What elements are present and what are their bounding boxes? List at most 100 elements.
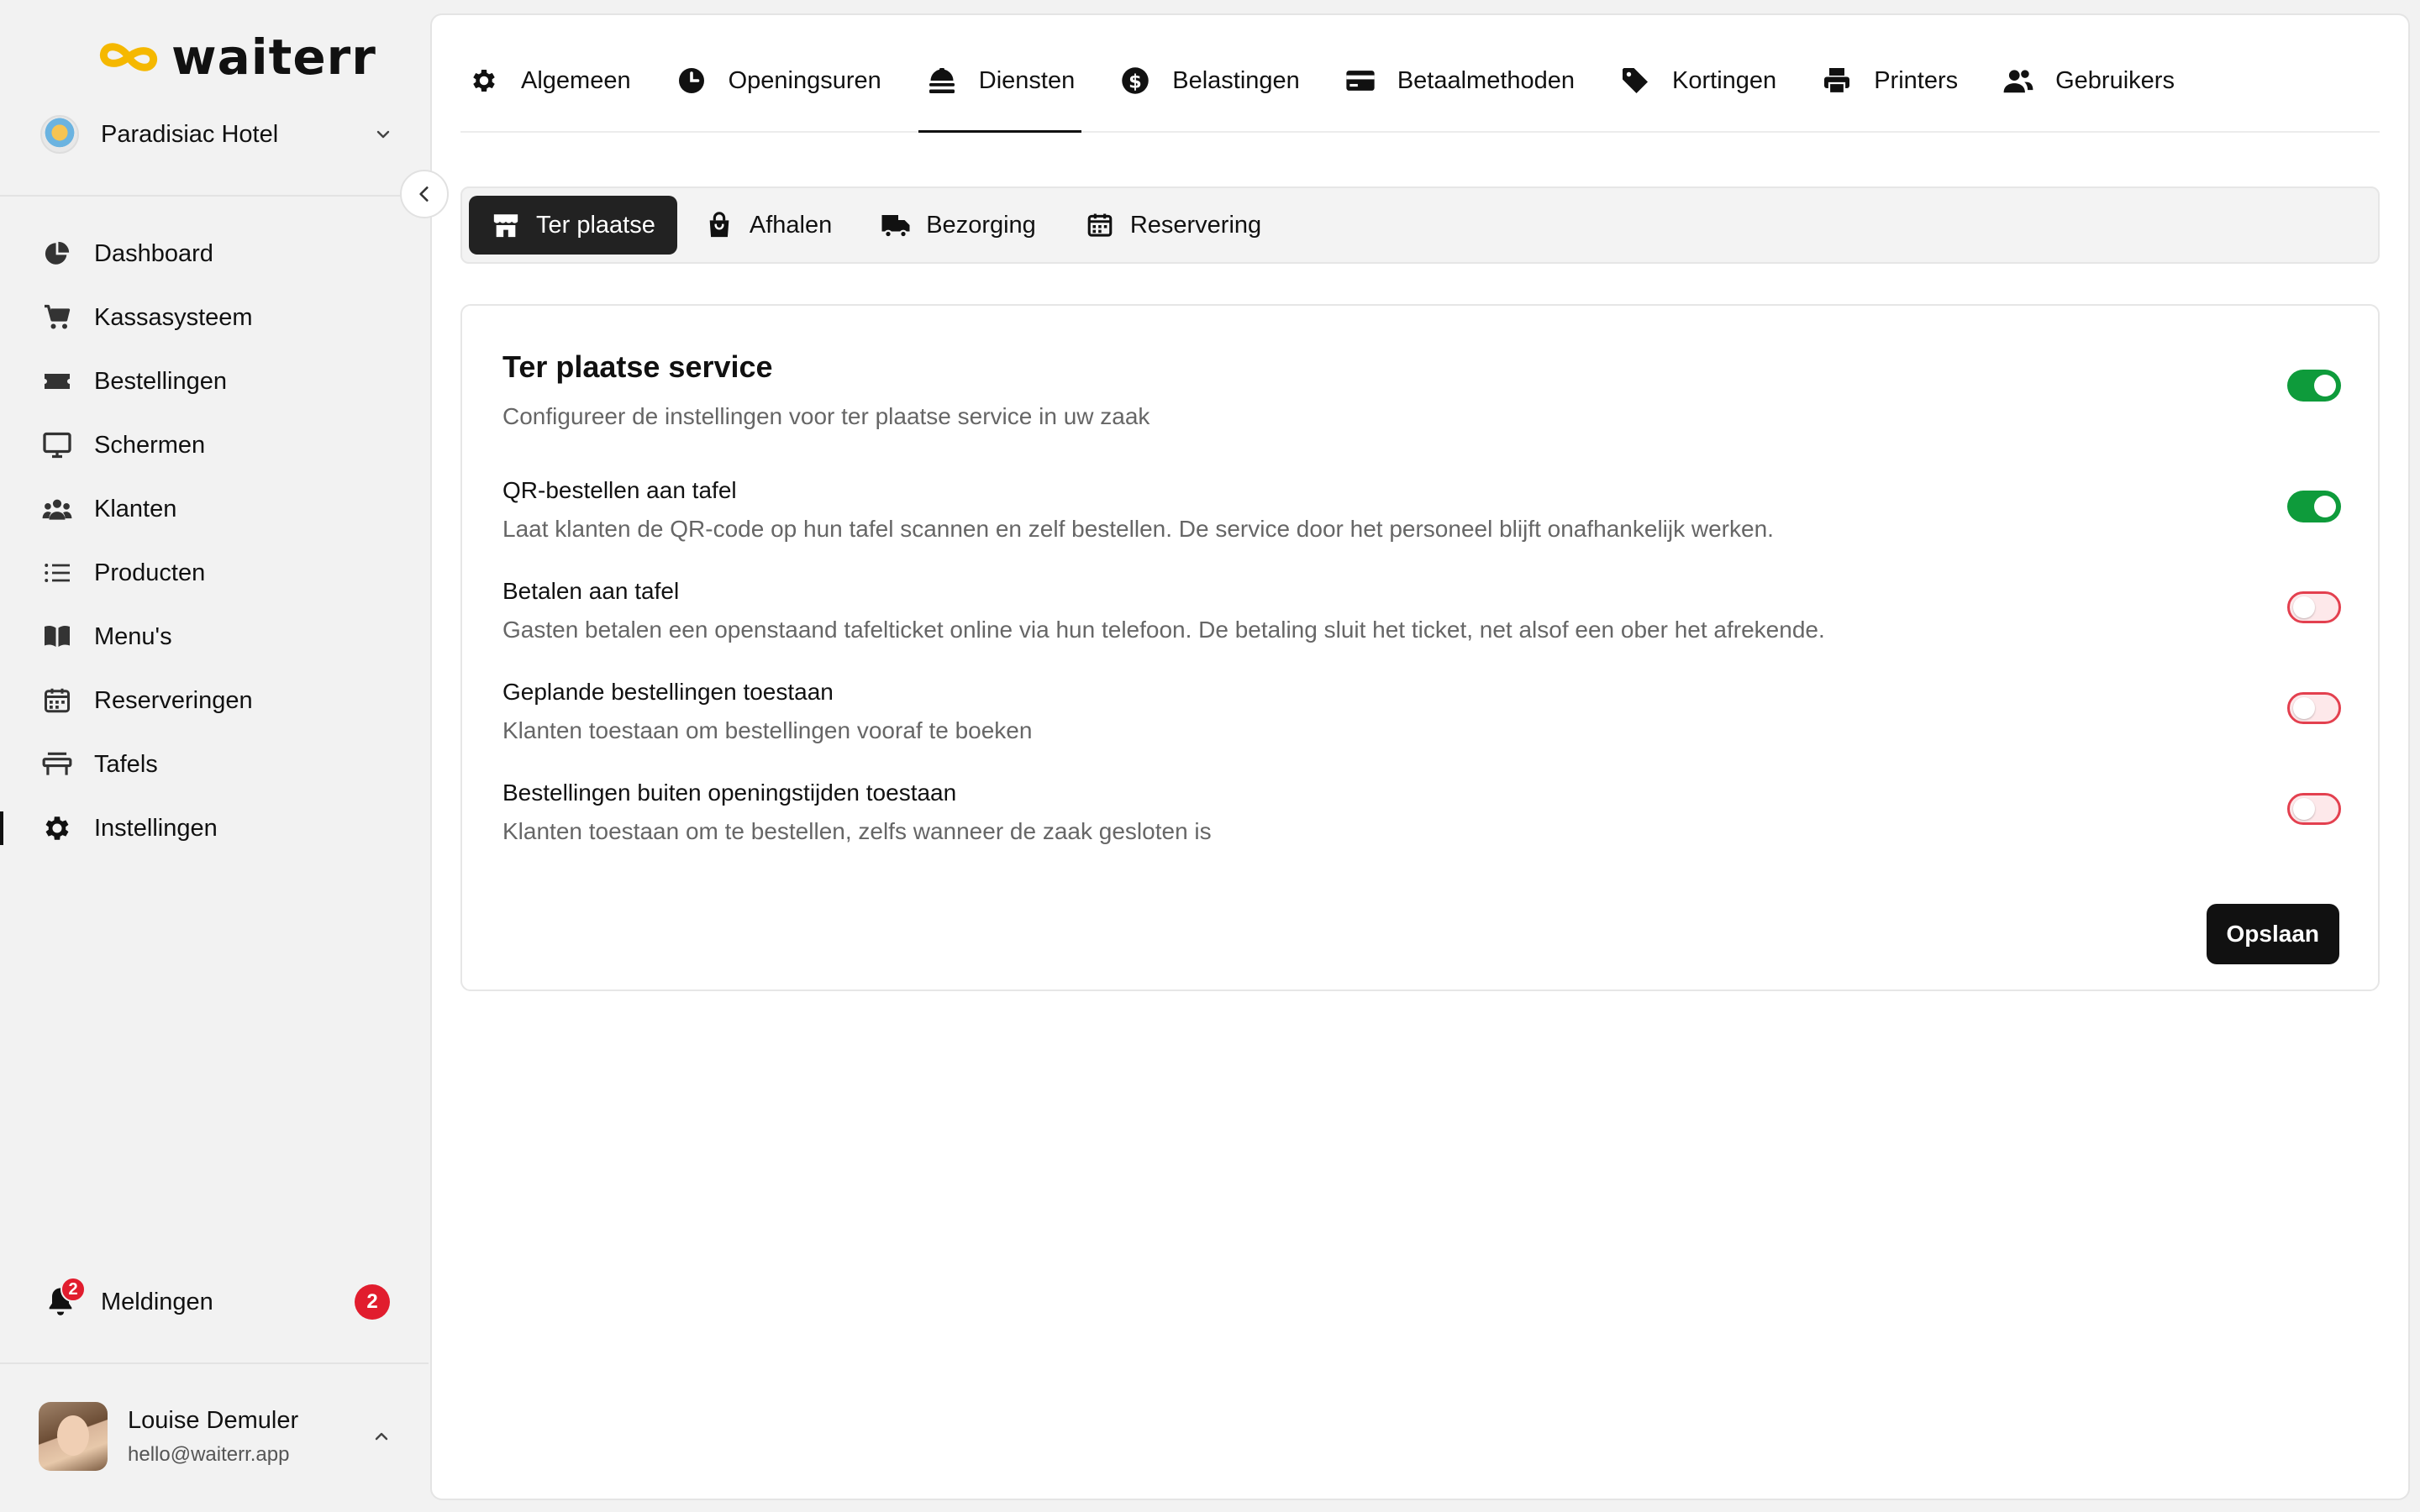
sidebar-item-label: Producten	[94, 559, 206, 586]
clock-icon	[675, 64, 708, 97]
sidebar-item-klanten[interactable]: Klanten	[0, 477, 429, 541]
user-email: hello@waiterr.app	[128, 1442, 290, 1466]
setting-title: Bestellingen buiten openingstijden toest…	[502, 780, 957, 806]
tab-gebruikers[interactable]: Gebruikers	[1995, 30, 2181, 131]
user-name: Louise Demuler	[128, 1406, 299, 1434]
qr-ordering-toggle[interactable]	[2287, 491, 2341, 522]
sidebar-item-menus[interactable]: Menu's	[0, 605, 429, 669]
calendar-icon	[1085, 210, 1115, 240]
notifications-label: Meldingen	[101, 1288, 213, 1315]
bell-badge: 2	[60, 1277, 86, 1302]
app-logo[interactable]: waiterr	[97, 29, 376, 86]
sidebar-item-schermen[interactable]: Schermen	[0, 413, 429, 477]
setting-row-after-hours-orders: Bestellingen buiten openingstijden toest…	[502, 780, 2341, 845]
sidebar-item-kassasysteem[interactable]: Kassasysteem	[0, 286, 429, 349]
sidebar-item-producten[interactable]: Producten	[0, 541, 429, 605]
gear-icon	[40, 811, 74, 845]
user-menu[interactable]: Louise Demuler hello@waiterr.app	[39, 1401, 395, 1472]
venue-selector[interactable]: Paradisiac Hotel	[40, 111, 393, 158]
sidebar-item-tafels[interactable]: Tafels	[0, 732, 429, 796]
sidebar-item-bestellingen[interactable]: Bestellingen	[0, 349, 429, 413]
setting-description: Laat klanten de QR-code op hun tafel sca…	[502, 516, 1774, 542]
tab-kortingen[interactable]: Kortingen	[1612, 30, 1783, 131]
venue-name: Paradisiac Hotel	[101, 120, 279, 148]
setting-description: Gasten betalen een openstaand tafelticke…	[502, 617, 1825, 643]
store-icon	[491, 210, 521, 240]
sidebar-item-label: Schermen	[94, 431, 206, 459]
subtab-bezorging[interactable]: Bezorging	[859, 196, 1058, 255]
sidebar-item-label: Bestellingen	[94, 367, 227, 395]
sidebar-item-label: Kassasysteem	[94, 303, 253, 331]
credit-card-icon	[1344, 64, 1377, 97]
sidebar-divider	[0, 195, 429, 197]
avatar	[39, 1402, 108, 1471]
tab-betaalmethoden[interactable]: Betaalmethoden	[1337, 30, 1581, 131]
tab-diensten[interactable]: Diensten	[918, 30, 1082, 133]
sidebar-item-label: Tafels	[94, 750, 158, 778]
user-info: Louise Demuler hello@waiterr.app	[128, 1407, 371, 1467]
calendar-icon	[40, 684, 74, 717]
tab-label: Kortingen	[1672, 66, 1777, 94]
ticket-icon	[40, 365, 74, 398]
subtab-ter-plaatse[interactable]: Ter plaatse	[469, 196, 677, 255]
chevron-up-icon	[375, 1432, 388, 1441]
book-icon	[40, 620, 74, 654]
tab-label: Printers	[1874, 66, 1959, 94]
shopping-bag-icon	[704, 210, 734, 240]
service-subtabs: Ter plaatse Afhalen Bezorging Reserverin…	[460, 186, 2380, 264]
sidebar-item-label: Instellingen	[94, 814, 218, 842]
setting-title: Betalen aan tafel	[502, 578, 680, 604]
main-panel: Algemeen Openingsuren Diensten $ Belasti…	[430, 13, 2410, 1500]
save-button[interactable]: Opslaan	[2206, 904, 2339, 964]
subtab-label: Reservering	[1129, 211, 1262, 239]
subtab-afhalen[interactable]: Afhalen	[682, 196, 854, 255]
setting-row-qr-ordering: QR-bestellen aan tafel Laat klanten de Q…	[502, 477, 2341, 543]
subtab-reservering[interactable]: Reservering	[1063, 196, 1283, 255]
tag-icon	[1618, 64, 1652, 97]
sidebar-item-label: Klanten	[94, 495, 177, 522]
subtab-label: Bezorging	[926, 211, 1036, 239]
users-icon	[40, 492, 74, 526]
sidebar-divider	[0, 1362, 429, 1364]
printer-icon	[1820, 64, 1854, 97]
pay-at-table-toggle[interactable]	[2287, 591, 2341, 623]
after-hours-orders-toggle[interactable]	[2287, 793, 2341, 825]
service-enabled-toggle[interactable]	[2287, 370, 2341, 402]
tab-algemeen[interactable]: Algemeen	[460, 30, 638, 131]
svg-text:$: $	[1128, 71, 1142, 92]
sidebar-item-instellingen[interactable]: Instellingen	[0, 796, 429, 860]
app-name: waiterr	[171, 29, 376, 86]
bell-wrapper: 2	[40, 1277, 86, 1322]
scheduled-orders-toggle[interactable]	[2287, 692, 2341, 724]
tab-label: Gebruikers	[2055, 66, 2175, 94]
tab-printers[interactable]: Printers	[1813, 30, 1965, 131]
sidebar: waiterr Paradisiac Hotel Dashboard Kassa…	[0, 0, 429, 1512]
sidebar-item-label: Reserveringen	[94, 686, 253, 714]
sidebar-item-dashboard[interactable]: Dashboard	[0, 222, 429, 286]
tab-label: Betaalmethoden	[1397, 66, 1576, 94]
notifications-item[interactable]: 2 Meldingen 2	[40, 1275, 393, 1329]
sidebar-item-label: Dashboard	[94, 239, 213, 267]
table-icon	[40, 748, 74, 781]
tab-label: Algemeen	[521, 66, 631, 94]
tab-belastingen[interactable]: $ Belastingen	[1112, 30, 1307, 131]
subtab-label: Afhalen	[749, 211, 833, 239]
subtab-label: Ter plaatse	[536, 211, 655, 239]
sidebar-item-reserveringen[interactable]: Reserveringen	[0, 669, 429, 732]
list-icon	[40, 556, 74, 590]
sidebar-nav: Dashboard Kassasysteem Bestellingen Sche…	[0, 222, 429, 860]
users-icon	[2002, 64, 2035, 97]
cart-icon	[40, 301, 74, 334]
dollar-icon: $	[1118, 64, 1152, 97]
setting-row-scheduled-orders: Geplande bestellingen toestaan Klanten t…	[502, 679, 2341, 744]
setting-row-pay-at-table: Betalen aan tafel Gasten betalen een ope…	[502, 578, 2341, 643]
tab-openingsuren[interactable]: Openingsuren	[668, 30, 888, 131]
card-subtitle: Configureer de instellingen voor ter pla…	[502, 403, 1150, 429]
monitor-icon	[40, 428, 74, 462]
venue-logo	[40, 115, 79, 154]
chevron-down-icon	[376, 130, 390, 139]
service-settings-card: Ter plaatse service Configureer de inste…	[460, 304, 2380, 991]
setting-description: Klanten toestaan om bestellingen vooraf …	[502, 717, 1033, 743]
collapse-sidebar-button[interactable]	[400, 170, 449, 218]
setting-title: QR-bestellen aan tafel	[502, 477, 737, 503]
